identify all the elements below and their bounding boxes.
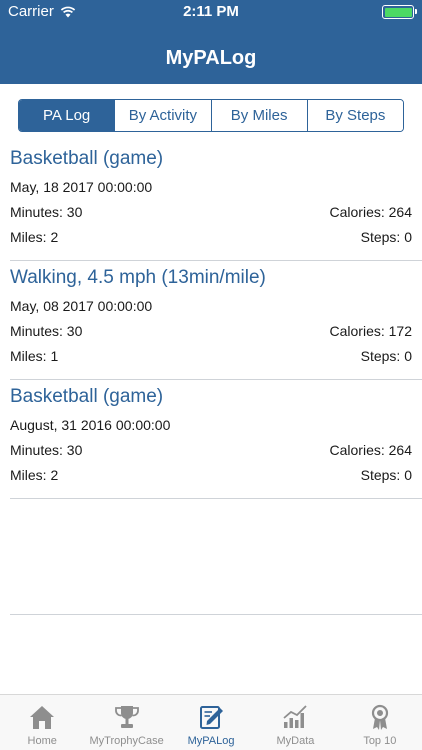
- minutes-value: Minutes: 30: [10, 442, 83, 458]
- activity-title: Walking, 4.5 mph (13min/mile): [10, 267, 266, 288]
- app-header: Carrier 2:11 PM MyPALog: [0, 0, 422, 84]
- chart-icon: [283, 705, 308, 728]
- page-title: MyPALog: [165, 47, 257, 69]
- segment-pa-log[interactable]: PA Log: [19, 100, 116, 131]
- tab-label: MyTrophyCase: [89, 735, 164, 747]
- activity-date: May, 08 2017 00:00:00: [10, 298, 153, 314]
- calories-value: Calories: 264: [329, 204, 413, 220]
- minutes-value: Minutes: 30: [10, 323, 83, 339]
- activity-title: Basketball (game): [10, 386, 164, 407]
- list-item[interactable]: Basketball (game) August, 31 2016 00:00:…: [0, 380, 422, 499]
- tab-label: MyData: [276, 735, 315, 747]
- divider: [10, 498, 422, 499]
- activity-title: Basketball (game): [10, 148, 164, 169]
- segment-by-steps[interactable]: By Steps: [307, 100, 403, 131]
- miles-value: Miles: 2: [10, 229, 59, 245]
- view-segmented-control: PA Log By Activity By Miles By Steps: [18, 99, 404, 132]
- minutes-value: Minutes: 30: [10, 204, 83, 220]
- tab-label: MyPALog: [187, 735, 235, 747]
- tab-mytrophycase[interactable]: MyTrophyCase: [84, 695, 168, 750]
- tab-bar: Home MyTrophyCase MyPALog MyData Top 10: [0, 694, 422, 750]
- tab-top-10[interactable]: Top 10: [338, 695, 422, 750]
- tab-label: Top 10: [363, 735, 397, 747]
- status-time: 2:11 PM: [183, 3, 239, 20]
- tab-mydata[interactable]: MyData: [253, 695, 337, 750]
- segment-by-miles[interactable]: By Miles: [211, 100, 308, 131]
- miles-value: Miles: 2: [10, 467, 59, 483]
- calories-value: Calories: 172: [329, 323, 413, 339]
- list-item[interactable]: Walking, 4.5 mph (13min/mile) May, 08 20…: [0, 261, 422, 380]
- tab-mypalog[interactable]: MyPALog: [169, 695, 253, 750]
- activity-date: August, 31 2016 00:00:00: [10, 417, 171, 433]
- segment-by-activity[interactable]: By Activity: [115, 100, 212, 131]
- trophy-icon: [114, 706, 139, 728]
- home-icon: [30, 706, 55, 729]
- battery-icon: [382, 5, 417, 19]
- steps-value: Steps: 0: [360, 467, 412, 483]
- status-bar: Carrier 2:11 PM: [0, 0, 422, 24]
- steps-value: Steps: 0: [360, 348, 412, 364]
- calories-value: Calories: 264: [329, 442, 413, 458]
- tab-home[interactable]: Home: [0, 695, 84, 750]
- empty-row-divider: [10, 614, 422, 615]
- activity-date: May, 18 2017 00:00:00: [10, 179, 153, 195]
- list-item[interactable]: Basketball (game) May, 18 2017 00:00:00 …: [0, 142, 422, 261]
- miles-value: Miles: 1: [10, 348, 59, 364]
- activity-log-list: Basketball (game) May, 18 2017 00:00:00 …: [0, 142, 422, 499]
- award-icon: [371, 704, 388, 730]
- log-edit-icon: [200, 706, 224, 729]
- tab-label: Home: [27, 735, 57, 747]
- steps-value: Steps: 0: [360, 229, 412, 245]
